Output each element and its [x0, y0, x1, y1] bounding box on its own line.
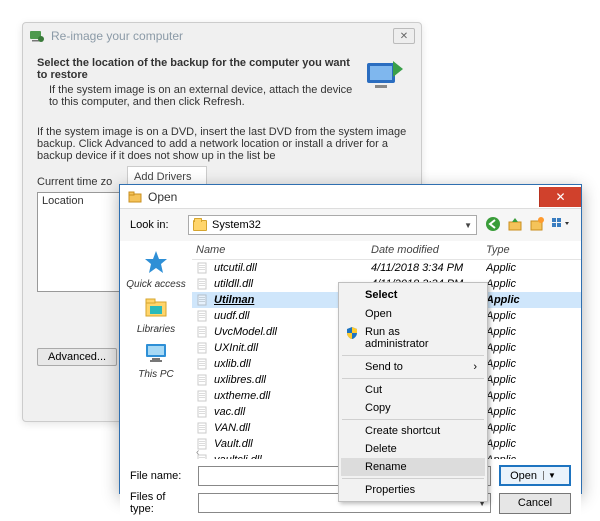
file-icon: [196, 390, 210, 402]
column-headers[interactable]: Name Date modified Type: [192, 241, 581, 260]
file-type: Applic: [486, 406, 577, 418]
reimage-heading: Select the location of the backup for th…: [37, 57, 355, 81]
context-menu-item[interactable]: Rename: [341, 458, 485, 476]
context-menu-label: Properties: [365, 484, 415, 496]
file-type: Applic: [486, 358, 577, 370]
context-menu-header: Select: [341, 285, 485, 305]
col-name[interactable]: Name: [196, 244, 371, 256]
up-icon[interactable]: [507, 216, 523, 235]
file-type: Applic: [486, 342, 577, 354]
places-sidebar: Quick access Libraries This PC: [120, 241, 192, 459]
context-menu-separator: [342, 378, 484, 379]
location-listbox[interactable]: Location: [37, 192, 132, 292]
context-menu-separator: [342, 355, 484, 356]
open-button-dropdown[interactable]: ▼: [543, 471, 560, 480]
context-menu-label: Rename: [365, 461, 407, 473]
context-menu-item[interactable]: Copy: [341, 399, 485, 417]
file-icon: [196, 342, 210, 354]
file-type: Applic: [486, 422, 577, 434]
back-icon[interactable]: [485, 216, 501, 235]
shield-icon: [345, 326, 359, 340]
context-menu-label: Create shortcut: [365, 425, 440, 437]
lookin-label: Look in:: [130, 219, 180, 231]
file-type: Applic: [486, 438, 577, 450]
lookin-value: System32: [212, 219, 261, 231]
sidebar-quick-access[interactable]: Quick access: [126, 249, 185, 290]
file-type: Applic: [486, 326, 577, 338]
reimage-title: Re-image your computer: [51, 29, 183, 43]
context-menu-label: Cut: [365, 384, 382, 396]
file-name-label: File name:: [130, 470, 190, 482]
context-menu-label: Copy: [365, 402, 391, 414]
context-menu-item[interactable]: Cut: [341, 381, 485, 399]
reimage-titlebar: Re-image your computer ✕: [23, 23, 421, 49]
open-close-button[interactable]: ✕: [539, 187, 581, 207]
context-menu-label: Open: [365, 308, 392, 320]
reimage-icon: [29, 28, 45, 44]
file-icon: [196, 374, 210, 386]
context-menu-label: Run as administrator: [365, 326, 429, 350]
file-icon: [196, 262, 210, 274]
file-icon: [196, 326, 210, 338]
cancel-button[interactable]: Cancel: [499, 493, 571, 514]
file-type: Applic: [486, 278, 577, 290]
file-row[interactable]: utcutil.dll4/11/2018 3:34 PMApplic: [192, 260, 581, 276]
lookin-combo[interactable]: System32 ▼: [188, 215, 477, 235]
advanced-button[interactable]: Advanced...: [37, 348, 117, 366]
view-menu-icon[interactable]: [551, 216, 571, 235]
sidebar-libraries[interactable]: Libraries: [137, 294, 175, 335]
context-menu-label: Delete: [365, 443, 397, 455]
file-type: Applic: [486, 310, 577, 322]
file-type: Applic: [486, 390, 577, 402]
file-type: Applic: [486, 262, 577, 274]
context-menu-separator: [342, 478, 484, 479]
context-menu-item[interactable]: Send to: [341, 358, 485, 376]
context-menu: Select Open Run as administrator Send to Cut…: [338, 282, 488, 502]
lookin-row: Look in: System32 ▼: [120, 209, 581, 241]
context-menu-separator: [342, 419, 484, 420]
file-name: utcutil.dll: [214, 262, 371, 274]
new-folder-icon[interactable]: [529, 216, 545, 235]
add-drivers-title: Add Drivers: [134, 171, 191, 183]
context-menu-label: Send to: [365, 361, 403, 373]
reimage-close-button[interactable]: ✕: [393, 28, 415, 44]
chevron-down-icon: ▼: [464, 221, 472, 230]
context-menu-item[interactable]: Run as administrator: [341, 323, 485, 353]
file-icon: [196, 278, 210, 290]
file-icon: [196, 406, 210, 418]
context-menu-item[interactable]: Properties: [341, 481, 485, 499]
file-date: 4/11/2018 3:34 PM: [371, 262, 486, 274]
file-icon: [196, 422, 210, 434]
sidebar-this-pc[interactable]: This PC: [138, 339, 174, 380]
reimage-subtext: If the system image is on an external de…: [37, 84, 355, 108]
folder-icon: [193, 220, 207, 231]
open-dialog-icon: [128, 190, 142, 204]
open-titlebar: Open ✕: [120, 185, 581, 209]
col-date[interactable]: Date modified: [371, 244, 486, 256]
context-menu-item[interactable]: Open: [341, 305, 485, 323]
file-icon: [196, 294, 210, 306]
open-title: Open: [148, 190, 177, 204]
file-icon: [196, 310, 210, 322]
file-type: Applic: [486, 374, 577, 386]
context-menu-item[interactable]: Delete: [341, 440, 485, 458]
context-menu-item[interactable]: Create shortcut: [341, 422, 485, 440]
location-col-header: Location: [42, 195, 84, 207]
reimage-logo: [363, 57, 407, 101]
scroll-left-hint: ‹: [196, 447, 199, 458]
file-type: Applic: [486, 294, 577, 306]
reimage-paragraph: If the system image is on a DVD, insert …: [37, 126, 407, 162]
open-button[interactable]: Open▼: [499, 465, 571, 486]
file-type-label: Files of type:: [130, 491, 190, 515]
file-icon: [196, 358, 210, 370]
file-type: Applic: [486, 454, 577, 459]
col-type[interactable]: Type: [486, 244, 577, 256]
